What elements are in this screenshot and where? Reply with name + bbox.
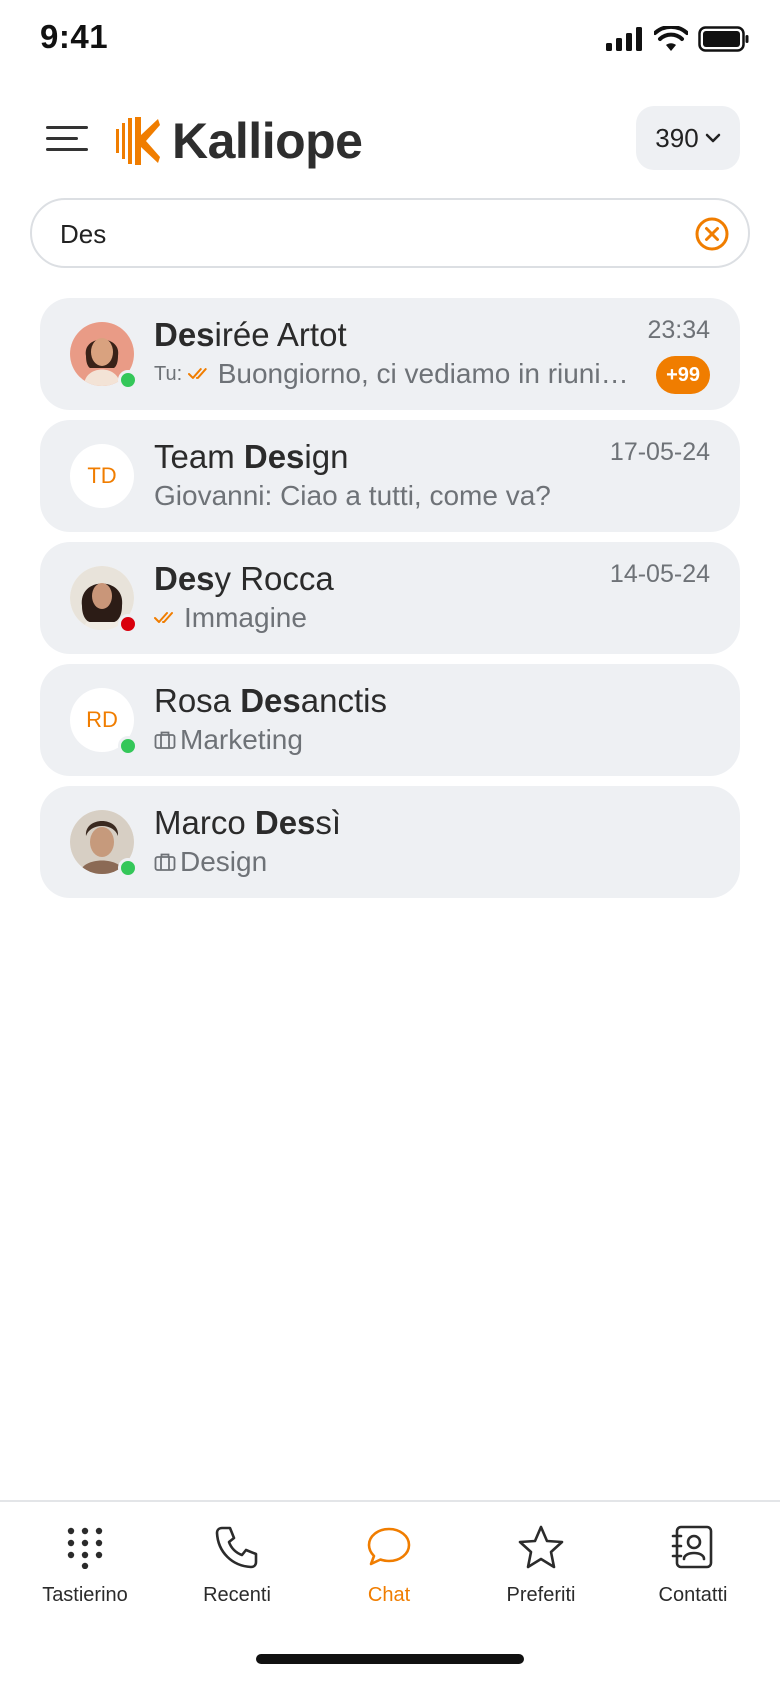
chevron-down-icon bbox=[705, 133, 720, 143]
contact-name: Rosa Desanctis bbox=[154, 682, 387, 719]
message-time: 14-05-24 bbox=[609, 560, 710, 588]
wifi-icon bbox=[654, 26, 688, 51]
extension-number: 390 bbox=[655, 122, 699, 153]
close-circle-icon bbox=[695, 217, 729, 251]
tab-preferiti[interactable]: Preferiti bbox=[465, 1522, 617, 1622]
hamburger-icon bbox=[46, 126, 88, 129]
chat-row-desiree-artot[interactable]: Desirée Artot Tu: Buongiorno, ci vediamo… bbox=[40, 298, 740, 410]
chat-row-team-design[interactable]: TD Team Design Giovanni: Ciao a tutti, c… bbox=[40, 420, 740, 532]
home-indicator bbox=[256, 1654, 524, 1664]
tab-contatti[interactable]: Contatti bbox=[617, 1522, 769, 1622]
chat-row-desy-rocca[interactable]: Desy Rocca Immagine 14-05-24 bbox=[40, 542, 740, 654]
avatar bbox=[70, 566, 138, 634]
app-header: Kalliope 390 bbox=[0, 104, 780, 172]
contact-name: Marco Dessì bbox=[154, 804, 342, 841]
tab-chat[interactable]: Chat bbox=[313, 1522, 465, 1622]
chat-row-marco-dessi[interactable]: Marco Dessì Design bbox=[40, 786, 740, 898]
status-icons bbox=[606, 26, 750, 52]
tab-label: Preferiti bbox=[506, 1584, 576, 1606]
presence-busy-indicator bbox=[118, 614, 138, 634]
status-bar: 9:41 bbox=[0, 0, 780, 80]
phone-icon bbox=[212, 1522, 262, 1572]
message-time: 23:34 bbox=[647, 316, 710, 344]
tab-label: Recenti bbox=[203, 1584, 271, 1606]
search-input[interactable] bbox=[60, 212, 660, 256]
star-icon bbox=[516, 1522, 566, 1572]
avatar bbox=[70, 322, 138, 390]
clear-search-button[interactable] bbox=[694, 216, 730, 252]
tab-tastierino[interactable]: Tastierino bbox=[9, 1522, 161, 1622]
unread-badge: +99 bbox=[656, 356, 710, 394]
last-message: Giovanni: Ciao a tutti, come va? bbox=[154, 480, 640, 512]
double-check-icon bbox=[188, 368, 207, 379]
status-time: 9:41 bbox=[40, 18, 109, 55]
presence-online-indicator bbox=[118, 858, 138, 878]
keypad-icon bbox=[60, 1522, 110, 1572]
contacts-icon bbox=[668, 1522, 718, 1572]
department: Marketing bbox=[154, 724, 640, 756]
signal-icon bbox=[606, 27, 642, 51]
results-list: Desirée Artot Tu: Buongiorno, ci vediamo… bbox=[40, 298, 740, 908]
double-check-icon bbox=[154, 612, 173, 623]
kalliope-logo: Kalliope bbox=[114, 112, 363, 170]
tab-label: Chat bbox=[367, 1584, 411, 1606]
last-message: Tu: Buongiorno, ci vediamo in riunione bbox=[154, 358, 640, 390]
chat-row-rosa-desanctis[interactable]: RD Rosa Desanctis Marketing bbox=[40, 664, 740, 776]
contact-name: Team Design bbox=[154, 438, 349, 475]
kalliope-logo-icon bbox=[116, 117, 160, 165]
avatar-initials: TD bbox=[70, 444, 134, 508]
avatar bbox=[70, 810, 138, 878]
chat-bubble-icon bbox=[364, 1522, 414, 1572]
tab-bar: Tastierino Recenti Chat Preferiti Contat… bbox=[0, 1500, 780, 1688]
department-name: Marketing bbox=[180, 724, 303, 755]
search-box bbox=[30, 198, 750, 268]
tab-label: Tastierino bbox=[42, 1584, 128, 1606]
tab-recenti[interactable]: Recenti bbox=[161, 1522, 313, 1622]
presence-online-indicator bbox=[118, 736, 138, 756]
message-preview: Immagine bbox=[184, 602, 307, 633]
contact-name: Desy Rocca bbox=[154, 560, 334, 597]
extension-selector[interactable]: 390 bbox=[636, 106, 740, 170]
sender-label: Tu: bbox=[154, 362, 183, 385]
logo-text: Kalliope bbox=[172, 113, 363, 169]
message-preview: Buongiorno, ci vediamo in riunione bbox=[217, 358, 640, 389]
avatar-initials: RD bbox=[70, 688, 138, 756]
battery-icon bbox=[698, 26, 749, 52]
contact-name: Desirée Artot bbox=[154, 316, 347, 353]
message-preview: Giovanni: Ciao a tutti, come va? bbox=[154, 480, 551, 511]
menu-button[interactable] bbox=[42, 118, 90, 158]
department: Design bbox=[154, 846, 640, 878]
tab-label: Contatti bbox=[658, 1584, 728, 1606]
briefcase-icon bbox=[154, 853, 176, 871]
message-time: 17-05-24 bbox=[609, 438, 710, 466]
briefcase-icon bbox=[154, 731, 176, 749]
presence-online-indicator bbox=[118, 370, 138, 390]
last-message: Immagine bbox=[154, 602, 640, 634]
department-name: Design bbox=[180, 846, 268, 877]
